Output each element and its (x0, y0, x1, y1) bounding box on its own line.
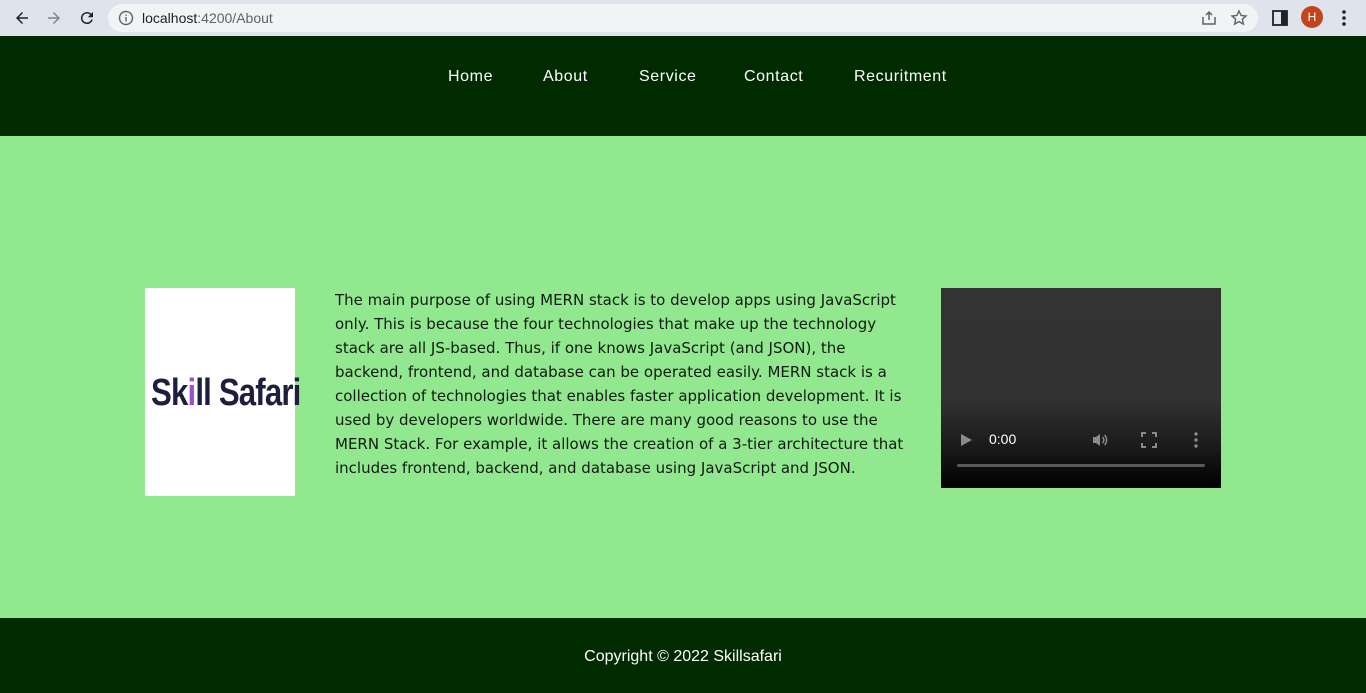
video-time: 0:00 (989, 431, 1017, 447)
site-header: Home About Service Contact Recuritment (0, 36, 1366, 136)
arrow-right-icon (48, 12, 60, 24)
nav-recruitment[interactable]: Recuritment (854, 68, 947, 86)
logo-text-part2: ll Safari (195, 372, 301, 414)
copyright-text: Copyright © 2022 Skillsafari (584, 648, 782, 665)
main-nav: Home About Service Contact Recuritment (0, 68, 1366, 90)
site-footer: Copyright © 2022 Skillsafari (0, 618, 1366, 693)
volume-icon[interactable] (1091, 431, 1109, 449)
more-vert-icon[interactable] (1336, 8, 1352, 28)
back-button[interactable] (10, 6, 34, 30)
forward-button[interactable] (42, 6, 66, 30)
nav-about[interactable]: About (543, 68, 588, 86)
nav-contact[interactable]: Contact (744, 68, 803, 86)
info-icon[interactable] (118, 10, 134, 26)
url-host: localhost (142, 10, 198, 26)
address-bar[interactable]: localhost:4200/About (108, 4, 1258, 32)
profile-avatar[interactable]: H (1301, 6, 1323, 28)
reload-icon (80, 12, 93, 25)
fullscreen-icon[interactable] (1141, 432, 1157, 448)
reload-button[interactable] (75, 6, 99, 30)
video-progress-bar[interactable] (957, 464, 1205, 467)
about-paragraph: The main purpose of using MERN stack is … (335, 291, 904, 477)
about-section: Skill Safari The main purpose of using M… (0, 136, 1366, 618)
video-player[interactable]: 0:00 (941, 288, 1221, 488)
share-icon[interactable] (1200, 9, 1218, 27)
video-more-icon[interactable] (1193, 431, 1199, 449)
url-text: localhost:4200/About (142, 10, 273, 26)
url-path: :4200/About (197, 10, 273, 26)
logo-text-part1: Sk (151, 372, 188, 414)
logo-wordmark: Skill Safari (151, 358, 301, 428)
side-panel-icon[interactable] (1270, 8, 1290, 28)
star-icon[interactable] (1230, 9, 1248, 27)
logo-text-accent: i (187, 372, 196, 414)
arrow-left-icon (16, 12, 28, 24)
play-icon[interactable] (959, 433, 973, 447)
nav-service[interactable]: Service (639, 68, 697, 86)
nav-home[interactable]: Home (448, 68, 493, 86)
skill-safari-logo: Skill Safari (145, 288, 301, 496)
browser-chrome: localhost:4200/About H (0, 0, 1366, 36)
